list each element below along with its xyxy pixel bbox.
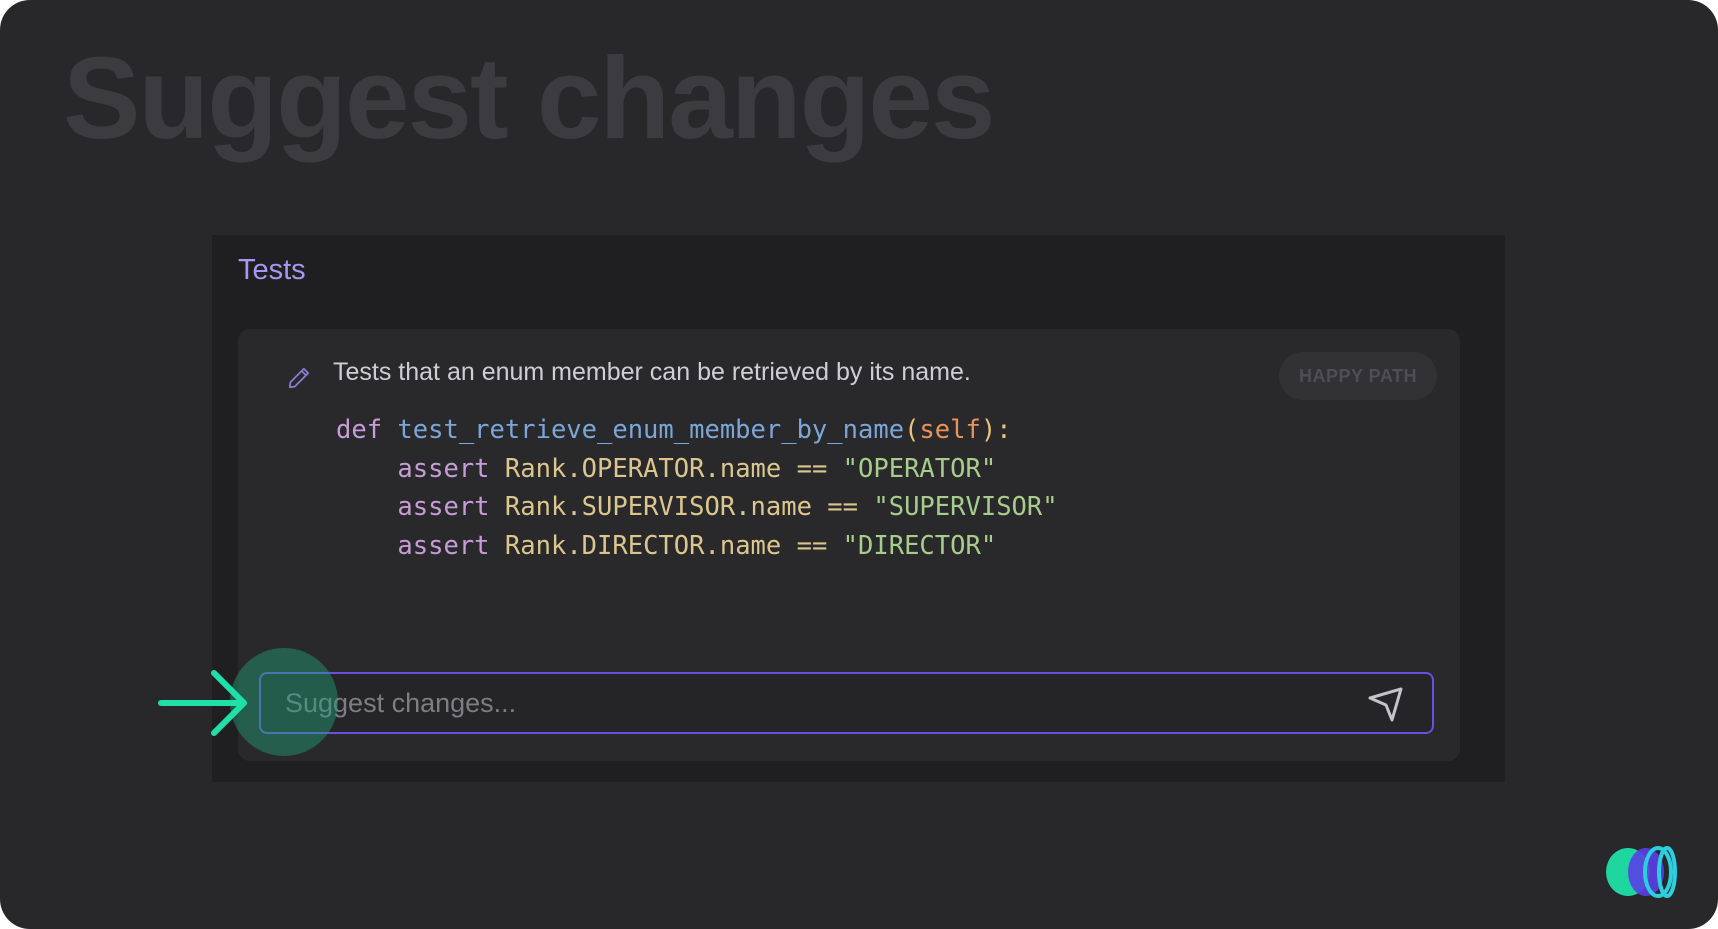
code-paren-open: ( [904,415,920,445]
code-assert-keyword: assert [397,530,490,561]
panel-title: Tests [238,254,306,286]
logo-icon [1606,846,1677,898]
code-string: "OPERATOR" [842,453,997,484]
status-badge: HAPPY PATH [1279,352,1437,400]
pencil-icon[interactable] [286,365,312,391]
app-frame: Suggest changes Tests Tests that an enum… [0,0,1718,929]
code-expression: Rank.SUPERVISOR.name == [504,492,859,522]
code-assert-keyword: assert [397,453,490,484]
test-card: Tests that an enum member can be retriev… [238,329,1460,761]
suggest-changes-input[interactable] [285,674,1335,732]
code-string: "DIRECTOR" [842,530,997,561]
tests-panel: Tests Tests that an enum member can be r… [212,235,1505,782]
code-expression: Rank.OPERATOR.name == [504,453,828,484]
code-assert-keyword: assert [397,492,490,522]
code-block: def test_retrieve_enum_member_by_name(se… [336,411,1058,565]
code-self-param: self [919,415,981,445]
code-string: "SUPERVISOR" [873,492,1058,522]
code-def-keyword: def [336,415,383,445]
page-title: Suggest changes [63,33,995,163]
suggest-changes-field[interactable] [259,672,1434,734]
code-paren-close: ): [980,415,1012,445]
code-expression: Rank.DIRECTOR.name == [504,530,828,561]
test-description: Tests that an enum member can be retriev… [333,358,971,386]
arrow-right-icon [158,670,247,736]
code-function-name: test_retrieve_enum_member_by_name [397,415,905,445]
send-icon[interactable] [1366,685,1406,725]
